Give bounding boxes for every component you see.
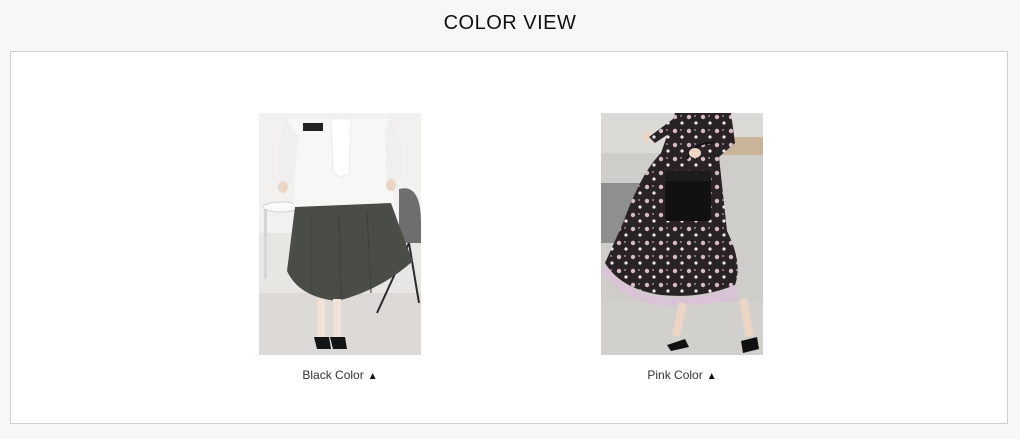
product-photo-pink[interactable] <box>601 113 763 355</box>
product-photo-black[interactable] <box>259 113 421 355</box>
page-title: COLOR VIEW <box>443 12 577 34</box>
product-caption-pink[interactable]: Pink Color ▲ <box>601 368 763 382</box>
triangle-up-icon: ▲ <box>367 371 378 382</box>
caption-label: Black Color <box>302 368 364 382</box>
color-view-panel: Black Color ▲ Pink Color ▲ <box>10 51 1008 424</box>
triangle-up-icon: ▲ <box>706 371 717 382</box>
product-card-black[interactable]: Black Color ▲ <box>259 113 421 382</box>
caption-label: Pink Color <box>647 368 703 382</box>
product-caption-black[interactable]: Black Color ▲ <box>259 368 421 382</box>
product-card-pink[interactable]: Pink Color ▲ <box>601 113 763 382</box>
